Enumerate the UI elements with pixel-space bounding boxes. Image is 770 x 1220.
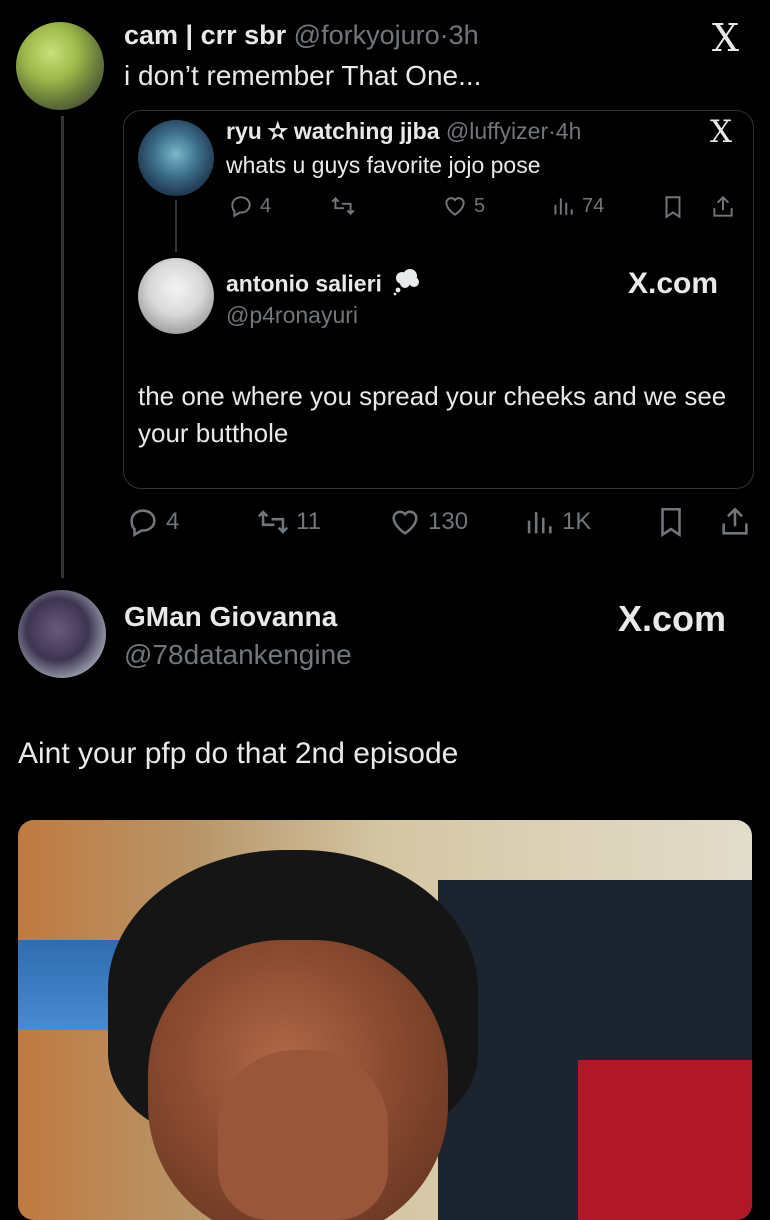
repost-icon: [257, 510, 289, 534]
author-avatar[interactable]: [16, 22, 104, 110]
quoted-reply-button[interactable]: 4: [228, 193, 271, 219]
quoted-author-handle[interactable]: @luffyizer: [446, 118, 548, 144]
bookmark-button[interactable]: [654, 505, 688, 544]
x-logo-icon[interactable]: X: [712, 16, 739, 60]
share-icon: [722, 507, 748, 535]
quoted-share-button[interactable]: [710, 194, 736, 225]
quoted-like-count: 5: [474, 194, 486, 217]
views-icon: [527, 512, 552, 534]
quoted-author-avatar[interactable]: [138, 120, 214, 196]
x-logo-icon[interactable]: X: [710, 114, 732, 150]
heart-icon: [392, 510, 418, 535]
quoted-reply-avatar[interactable]: [138, 258, 214, 334]
heart-icon: [445, 197, 465, 216]
quoted-tweet-time[interactable]: 4h: [556, 118, 582, 144]
views-icon: [554, 198, 573, 215]
reply-author-name[interactable]: GMan Giovanna: [124, 600, 337, 634]
share-icon: [713, 195, 733, 217]
author-handle[interactable]: @forkyojuro: [294, 20, 440, 50]
dot-separator: ·: [439, 20, 449, 50]
reply-count: 4: [166, 508, 180, 535]
reply-media-image[interactable]: [18, 820, 752, 1220]
quoted-reply-source[interactable]: X.com: [628, 266, 718, 302]
reply-icon: [231, 196, 251, 218]
tweet-header: cam | crr sbr @forkyojuro·3h: [124, 18, 479, 52]
quoted-views-button[interactable]: 74: [550, 193, 604, 219]
quoted-views-count: 74: [582, 194, 605, 217]
bookmark-icon: [661, 507, 681, 538]
repost-count: 11: [296, 508, 321, 535]
views-button[interactable]: 1K: [522, 505, 591, 539]
reply-source[interactable]: X.com: [618, 598, 726, 640]
repost-button[interactable]: 11: [256, 505, 321, 539]
tweet-text: i don’t remember That One...: [124, 60, 482, 91]
reply-button[interactable]: 4: [126, 505, 179, 539]
repost-icon: [331, 197, 355, 215]
dot-separator: ·: [548, 118, 556, 144]
like-count: 130: [428, 508, 469, 535]
reply-author-avatar[interactable]: [18, 590, 106, 678]
quoted-reply-author-name[interactable]: antonio salieri: [226, 271, 382, 297]
reply-icon: [130, 509, 156, 538]
quoted-reply-header: antonio salieri: [226, 268, 422, 303]
media-red-sign: [578, 1060, 752, 1220]
reply-author-handle[interactable]: @78datankengine: [124, 638, 352, 672]
quoted-author-name[interactable]: ryu ✫ watching jjba: [226, 118, 440, 144]
share-button[interactable]: [718, 505, 752, 544]
quoted-thread-line: [175, 200, 177, 252]
thought-bubble-icon: [392, 268, 422, 303]
quoted-header: ryu ✫ watching jjba @luffyizer·4h: [226, 116, 581, 146]
author-name[interactable]: cam | crr sbr: [124, 20, 286, 50]
quoted-like-button[interactable]: 5: [442, 193, 485, 219]
tweet-time[interactable]: 3h: [449, 20, 479, 50]
like-button[interactable]: 130: [388, 505, 468, 539]
views-count: 1K: [562, 508, 592, 535]
quoted-reply-text: the one where you spread your cheeks and…: [138, 381, 727, 448]
bookmark-icon: [665, 196, 681, 219]
media-hand: [218, 1050, 388, 1220]
quoted-repost-button[interactable]: [330, 193, 362, 219]
quoted-reply-count: 4: [260, 194, 272, 217]
quoted-bookmark-button[interactable]: [660, 194, 686, 225]
quoted-tweet-text: whats u guys favorite jojo pose: [226, 152, 541, 178]
thread-line: [61, 116, 64, 578]
quoted-reply-handle[interactable]: @p4ronayuri: [226, 300, 358, 330]
reply-text: Aint your pfp do that 2nd episode: [18, 737, 459, 770]
